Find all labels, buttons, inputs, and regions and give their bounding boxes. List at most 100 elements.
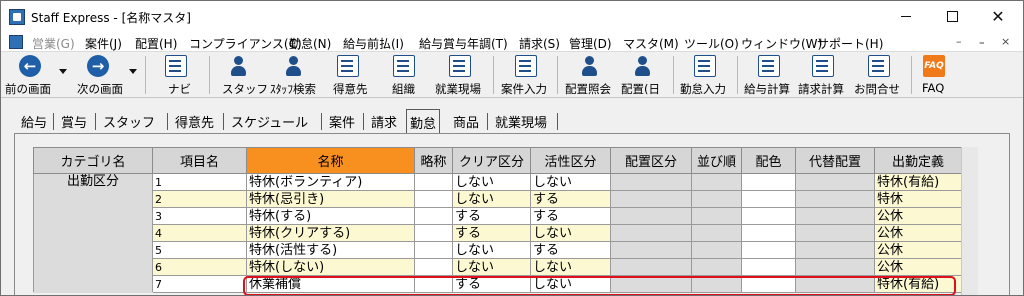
tab-attendance[interactable]: 勤怠 — [406, 109, 441, 133]
menu-support[interactable]: サポート(H) — [817, 35, 883, 52]
organization-button[interactable]: 組織 — [381, 52, 427, 98]
faq-button[interactable]: FAQ FAQ — [915, 52, 955, 98]
item-number-cell[interactable]: 6 — [152, 258, 247, 276]
definition-cell[interactable]: 公休 — [874, 224, 962, 242]
forward-button[interactable]: → 次の画面 — [73, 52, 139, 98]
staff-button[interactable]: スタッフ — [215, 52, 268, 98]
clear-cell[interactable]: しない — [452, 258, 531, 276]
document-icon[interactable] — [9, 35, 23, 49]
mdi-minimize-button[interactable]: – — [956, 35, 962, 48]
clear-cell[interactable]: する — [452, 224, 531, 242]
header-color[interactable]: 配色 — [741, 147, 796, 174]
name-cell[interactable]: 特休(する) — [246, 207, 415, 225]
menu-tools[interactable]: ツール(O) — [684, 35, 739, 52]
table-row[interactable]: 出勤区分 1 特休(ボランティア) しない しない 特休(有給) — [33, 173, 962, 293]
case-entry-button[interactable]: 案件入力 — [497, 52, 555, 98]
order-cell[interactable] — [691, 241, 742, 259]
header-abbr[interactable]: 略称 — [414, 147, 453, 174]
inquiry-button[interactable]: お問合せ — [851, 52, 907, 98]
header-definition[interactable]: 出勤定義 — [874, 147, 962, 174]
menu-master[interactable]: マスタ(M) — [623, 35, 679, 52]
item-number-cell[interactable]: 4 — [152, 224, 247, 242]
forward-dropdown-icon[interactable] — [129, 69, 137, 74]
name-cell[interactable]: 特休(ボランティア) — [246, 173, 415, 191]
color-cell[interactable] — [741, 207, 796, 225]
worksite-button[interactable]: 就業現場 — [431, 52, 489, 98]
header-order[interactable]: 並び順 — [691, 147, 742, 174]
tab-worksite[interactable]: 就業現場 — [495, 109, 547, 133]
tab-schedule[interactable]: スケジュール — [231, 109, 308, 133]
placement-cell[interactable] — [610, 258, 692, 276]
abbr-cell[interactable] — [414, 258, 453, 276]
table-row[interactable]: 6 特休(しない) しない しない 公休 — [34, 258, 962, 276]
category-cell[interactable]: 出勤区分 — [33, 173, 153, 293]
header-active[interactable]: 活性区分 — [530, 147, 611, 174]
tab-product[interactable]: 商品 — [453, 109, 479, 133]
abbr-cell[interactable] — [414, 224, 453, 242]
abbr-cell[interactable] — [414, 241, 453, 259]
tab-customer[interactable]: 得意先 — [175, 109, 214, 133]
name-cell[interactable]: 特休(活性する) — [246, 241, 415, 259]
definition-cell[interactable]: 公休 — [874, 207, 962, 225]
header-item[interactable]: 項目名 — [152, 147, 247, 174]
alt-placement-cell[interactable] — [795, 224, 875, 242]
menu-compliance[interactable]: コンプライアンス(C) — [189, 35, 302, 52]
mdi-restore-button[interactable]: ｰ — [979, 35, 985, 51]
table-row[interactable]: 2 特休(忌引き) しない する 特休 — [34, 190, 962, 208]
placement-daily-button[interactable]: 配置(日 — [617, 52, 669, 98]
clear-cell[interactable]: しない — [452, 190, 531, 208]
order-cell[interactable] — [691, 190, 742, 208]
clear-cell[interactable]: しない — [452, 173, 531, 191]
menu-case[interactable]: 案件(J) — [85, 35, 122, 52]
abbr-cell[interactable] — [414, 207, 453, 225]
placement-cell[interactable] — [610, 241, 692, 259]
definition-cell[interactable]: 公休 — [874, 258, 962, 276]
vertical-scrollbar[interactable] — [961, 147, 978, 295]
menu-management[interactable]: 管理(D) — [569, 35, 612, 52]
color-cell[interactable] — [741, 173, 796, 191]
tab-case[interactable]: 案件 — [329, 109, 355, 133]
tab-bonus[interactable]: 賞与 — [61, 109, 87, 133]
header-name[interactable]: 名称 — [246, 147, 415, 174]
menu-billing[interactable]: 請求(S) — [519, 35, 560, 52]
menu-placement[interactable]: 配置(H) — [135, 35, 177, 52]
menu-payroll[interactable]: 給与賞与年調(T) — [419, 35, 508, 52]
alt-placement-cell[interactable] — [795, 258, 875, 276]
item-number-cell[interactable]: 3 — [152, 207, 247, 225]
item-number-cell[interactable]: 7 — [152, 275, 247, 293]
navi-button[interactable]: ナビ — [151, 52, 201, 98]
placement-cell[interactable] — [610, 224, 692, 242]
customer-button[interactable]: 得意先 — [325, 52, 375, 98]
alt-placement-cell[interactable] — [795, 190, 875, 208]
table-row[interactable]: 5 特休(活性する) しない する 公休 — [34, 241, 962, 259]
header-clear[interactable]: クリア区分 — [452, 147, 531, 174]
clear-cell[interactable]: する — [452, 207, 531, 225]
name-cell[interactable]: 特休(しない) — [246, 258, 415, 276]
active-cell[interactable]: する — [530, 207, 611, 225]
maximize-button[interactable] — [929, 1, 975, 32]
close-button[interactable]: ✕ — [975, 1, 1021, 32]
minimize-button[interactable] — [883, 1, 929, 32]
menu-window[interactable]: ウィンドウ(W) — [741, 35, 822, 52]
color-cell[interactable] — [741, 190, 796, 208]
color-cell[interactable] — [741, 224, 796, 242]
placement-cell[interactable] — [610, 173, 692, 191]
item-number-cell[interactable]: 1 — [152, 173, 247, 191]
tab-staff[interactable]: スタッフ — [103, 109, 155, 133]
menu-attendance[interactable]: 勤怠(N) — [289, 35, 331, 52]
staff-search-button[interactable]: ｽﾀｯﾌ検索 — [265, 52, 323, 98]
color-cell[interactable] — [741, 258, 796, 276]
order-cell[interactable] — [691, 207, 742, 225]
alt-placement-cell[interactable] — [795, 207, 875, 225]
clear-cell[interactable]: しない — [452, 241, 531, 259]
alt-placement-cell[interactable] — [795, 173, 875, 191]
table-row[interactable]: 4 特休(クリアする) する しない 公休 — [34, 224, 962, 242]
definition-cell[interactable]: 特休(有給) — [874, 173, 962, 191]
placement-cell[interactable] — [610, 207, 692, 225]
mdi-close-button[interactable]: × — [1001, 35, 1010, 48]
placement-inquiry-button[interactable]: 配置照会 — [561, 52, 619, 98]
item-number-cell[interactable]: 5 — [152, 241, 247, 259]
active-cell[interactable]: する — [530, 241, 611, 259]
back-button[interactable]: ← 前の画面 — [1, 52, 67, 98]
payroll-button[interactable]: 給与計算 — [741, 52, 797, 98]
